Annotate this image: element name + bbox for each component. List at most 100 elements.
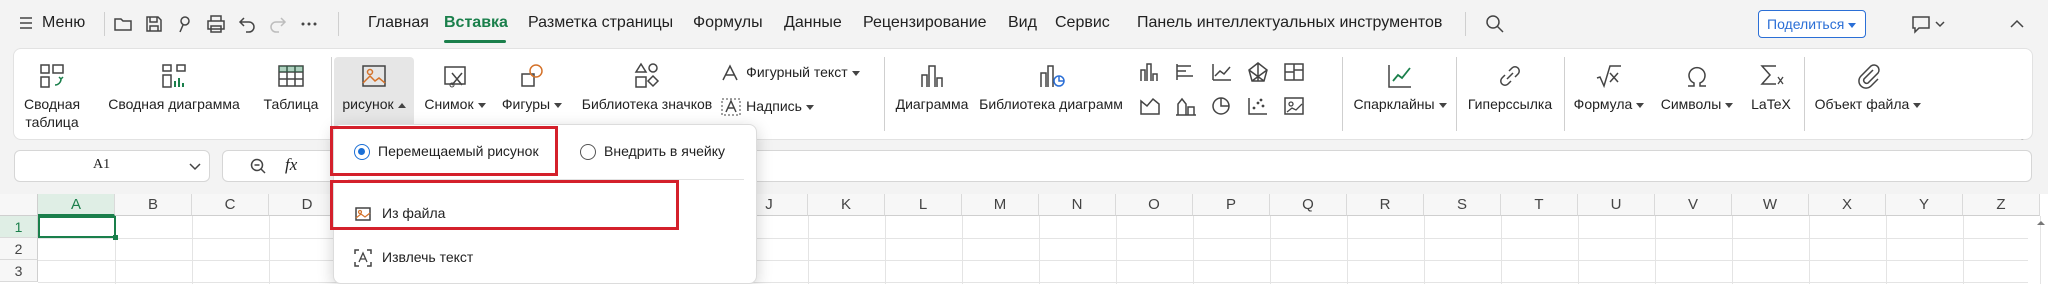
fill-handle[interactable] [113,235,118,240]
picture-button[interactable]: рисунок [334,57,414,131]
column-header-k[interactable]: K [808,194,885,216]
tab-home[interactable]: Главная [368,14,429,32]
tab-insert[interactable]: Вставка [444,14,508,32]
hamburger-icon[interactable] [18,13,36,33]
zoom-icon[interactable] [249,157,267,175]
selected-cell-a1[interactable] [38,216,116,238]
column-header-p[interactable]: P [1193,194,1270,216]
column-header-c[interactable]: C [192,194,269,216]
paperclip-icon [1858,64,1880,89]
column-header-o[interactable]: O [1116,194,1193,216]
stock-chart-icon[interactable] [1174,95,1198,117]
treemap-chart-icon[interactable] [1282,61,1306,83]
caption-button[interactable]: Надпись [720,97,814,117]
line-chart-icon[interactable] [1210,61,1234,83]
gridline [1347,216,1348,284]
tab-review[interactable]: Рецензирование [863,14,987,32]
pie-chart-icon[interactable] [1210,95,1234,117]
select-all-corner[interactable] [0,194,38,216]
tab-smart-tools[interactable]: Панель интеллектуальных инструментов [1137,14,1442,32]
scatter-chart-icon[interactable] [1246,95,1270,117]
pivot-table-icon [40,64,64,88]
gridline [962,216,963,284]
column-header-s[interactable]: S [1424,194,1501,216]
combo-chart-icon[interactable] [1282,95,1306,117]
column-header-w[interactable]: W [1732,194,1809,216]
icon-library-button[interactable]: Библиотека значков [572,61,722,113]
scissors-icon [444,66,466,88]
print-preview-icon[interactable] [174,13,196,35]
search-icon[interactable] [1484,13,1506,35]
bar-chart-horizontal-icon[interactable] [1174,61,1198,83]
column-header-q[interactable]: Q [1270,194,1347,216]
ocr-icon [354,249,372,268]
file-object-button[interactable]: Объект файла [1808,61,1928,113]
more-icon[interactable] [298,13,320,35]
symbols-button[interactable]: Символы [1652,61,1742,113]
tab-formulas[interactable]: Формулы [693,14,763,32]
gridline [1963,216,1964,284]
fx-icon[interactable]: fx [285,155,297,175]
collapse-ribbon-icon[interactable] [2006,13,2028,35]
option-embed-in-cell[interactable]: Внедрить в ячейку [580,143,725,161]
column-header-x[interactable]: X [1809,194,1886,216]
name-box[interactable]: A1 [14,150,210,182]
tab-view[interactable]: Вид [1008,14,1037,32]
column-header-u[interactable]: U [1578,194,1655,216]
hyperlink-label: Гиперссылка [1467,96,1553,112]
column-header-r[interactable]: R [1347,194,1424,216]
chevron-down-icon[interactable] [189,163,201,171]
menu-bar: Меню Главная Вставка Разметка страницы Ф… [0,0,2048,48]
latex-button[interactable]: LaTeX [1744,61,1798,113]
pivot-table-button[interactable]: Сводная таблица [24,61,80,131]
column-header-a[interactable]: A [38,194,115,216]
chevron-down-icon [1848,22,1857,28]
sparklines-button[interactable]: Спарклайны [1348,61,1452,113]
pivot-chart-button[interactable]: Сводная диаграмма [106,61,242,113]
tab-data[interactable]: Данные [784,14,842,32]
share-button[interactable]: Поделиться [1758,10,1866,38]
column-header-n[interactable]: N [1039,194,1116,216]
undo-icon[interactable] [236,13,258,35]
open-folder-icon[interactable] [112,13,134,35]
row-header-1[interactable]: 1 [0,216,38,238]
column-header-b[interactable]: B [115,194,192,216]
chevron-down-icon [1438,102,1447,108]
gridline [1732,216,1733,284]
row-header-2[interactable]: 2 [0,238,38,260]
column-header-y[interactable]: Y [1886,194,1963,216]
formula-button[interactable]: Формула [1568,61,1650,113]
chevron-down-icon [805,104,814,110]
divider [1342,57,1343,131]
row-header-3[interactable]: 3 [0,260,38,282]
chart-button[interactable]: Диаграмма [890,61,974,113]
column-chart-icon[interactable] [1138,61,1162,83]
column-header-t[interactable]: T [1501,194,1578,216]
divider [104,12,105,36]
print-icon[interactable] [205,13,227,35]
gridline [1655,216,1656,284]
vertical-scrollbar[interactable] [2034,216,2048,284]
tab-tools[interactable]: Сервис [1055,14,1110,32]
snapshot-button[interactable]: Снимок [418,61,492,113]
chart-library-button[interactable]: Библиотека диаграмм [976,61,1126,113]
extract-text-item[interactable]: Извлечь текст [354,249,473,268]
comments-icon[interactable] [1910,13,1946,35]
column-header-z[interactable]: Z [1963,194,2040,216]
shapes-button[interactable]: Фигуры [494,61,570,113]
radar-chart-icon[interactable] [1246,61,1270,83]
wordart-button[interactable]: Фигурный текст [720,63,860,83]
gridline [1193,216,1194,284]
redo-icon[interactable] [267,13,289,35]
chevron-down-icon [554,102,563,108]
area-chart-icon[interactable] [1138,95,1162,117]
menu-button[interactable]: Меню [42,14,85,32]
tab-page-layout[interactable]: Разметка страницы [528,14,673,32]
column-header-v[interactable]: V [1655,194,1732,216]
hyperlink-button[interactable]: Гиперссылка [1460,61,1560,113]
column-header-m[interactable]: M [962,194,1039,216]
table-button[interactable]: Таблица [254,61,328,113]
column-header-l[interactable]: L [885,194,962,216]
wordart-icon [722,64,738,81]
save-icon[interactable] [143,13,165,35]
